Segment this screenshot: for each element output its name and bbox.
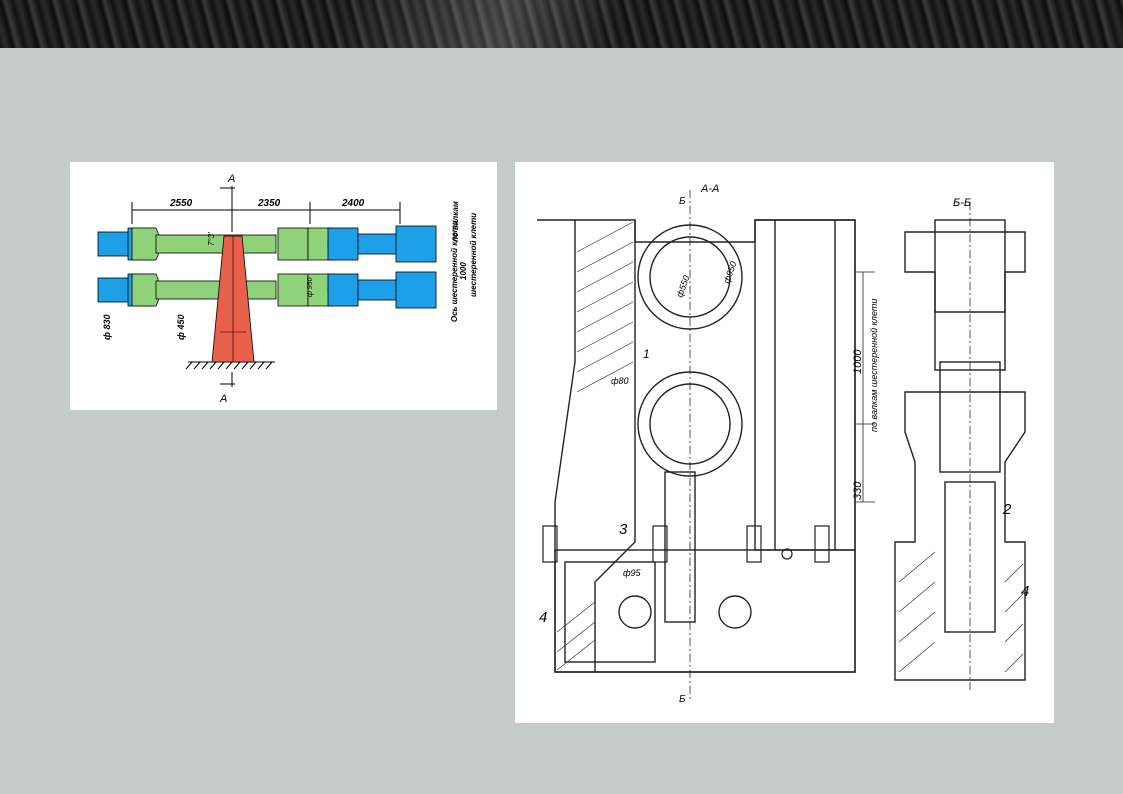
drive-scheme-drawing: А А 2550 2350 2400 7°3' ф 830 ф 450 ф 95… <box>97 173 478 405</box>
diameter-95-label: ф95 <box>623 568 642 578</box>
section-aa-label: А-А <box>700 183 719 195</box>
axis-label-2: 1000 <box>459 262 468 280</box>
angle-label: 7°3' <box>207 232 216 246</box>
lower-spindle <box>97 271 437 309</box>
diameter-830: ф 830 <box>102 315 112 340</box>
dimension-2400: 2400 <box>341 198 365 209</box>
section-bb-label: Б-Б <box>953 197 971 209</box>
dimension-2350: 2350 <box>257 198 281 209</box>
spindle-support <box>211 235 255 363</box>
axis-label-4: шестеренной клети <box>469 213 478 297</box>
diameter-550-label: ф550 <box>674 274 691 299</box>
diameter-80-label: ф80 <box>611 376 629 386</box>
dimension-330: 330 <box>852 481 864 500</box>
top-banner <box>0 0 1123 48</box>
dimension-1000: 1000 <box>852 349 864 374</box>
drive-scheme-image: А А 2550 2350 2400 7°3' ф 830 ф 450 ф 95… <box>70 162 497 410</box>
section-bb-hatching <box>898 551 1024 673</box>
dimension-2550: 2550 <box>169 198 193 209</box>
axis-label-3: по валкам <box>451 201 460 242</box>
section-bb-outline <box>894 202 1026 692</box>
dimension-1000-note: по валкам шестеренной клети <box>869 299 879 432</box>
callout-2: 2 <box>1002 501 1012 518</box>
section-b-top-label: Б <box>679 196 686 207</box>
pinion-stand-image: А-А Б Б Б-Б ф550 ф950 1000 по валкам шес… <box>515 162 1054 723</box>
pinion-stand-drawing: А-А Б Б Б-Б ф550 ф950 1000 по валкам шес… <box>537 183 1029 705</box>
upper-spindle <box>97 225 437 263</box>
section-b-bottom-label: Б <box>679 694 686 705</box>
section-label-top: А <box>227 173 235 185</box>
section-label-bottom: А <box>219 393 227 405</box>
callout-1: 1 <box>643 347 650 361</box>
callout-3: 3 <box>619 521 628 538</box>
callout-4-right: 4 <box>1021 583 1029 600</box>
bolts <box>542 525 830 563</box>
diameter-950: ф 950 <box>307 277 314 297</box>
diameter-950-label: ф950 <box>721 260 738 285</box>
section-aa-outline <box>537 190 856 702</box>
ground-hatching <box>185 361 273 370</box>
diameter-450: ф 450 <box>176 315 186 340</box>
callout-4-left: 4 <box>539 609 547 626</box>
